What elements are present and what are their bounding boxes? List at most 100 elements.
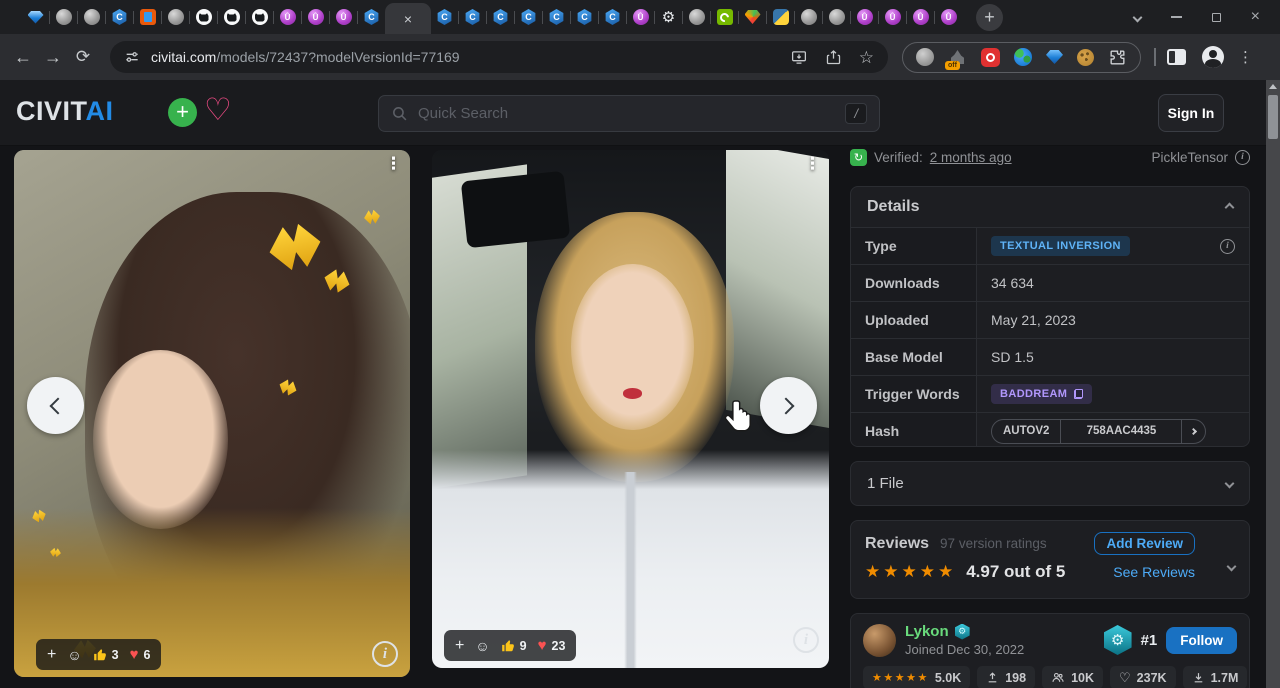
creator-stat-users[interactable]: 10K: [1042, 666, 1103, 688]
tab-u-purple[interactable]: Û: [879, 0, 906, 34]
like-reaction[interactable]: 3: [93, 648, 119, 662]
back-button[interactable]: ←: [8, 47, 38, 68]
tab-globe[interactable]: [50, 0, 77, 34]
quick-search-input[interactable]: Quick Search /: [378, 95, 880, 132]
close-window-button[interactable]: ×: [1251, 9, 1260, 25]
share-icon[interactable]: [825, 49, 842, 66]
files-accordion[interactable]: 1 File: [850, 461, 1250, 506]
tab-globe[interactable]: [162, 0, 189, 34]
active-tab[interactable]: ×: [385, 3, 431, 34]
restore-button[interactable]: [1212, 13, 1221, 22]
tab-u-purple[interactable]: Û: [851, 0, 878, 34]
chevron-up-icon[interactable]: [1225, 202, 1235, 212]
tab-globe[interactable]: [78, 0, 105, 34]
ext-fire-off-icon[interactable]: off: [948, 48, 967, 67]
scrollbar-thumb[interactable]: [1268, 95, 1278, 139]
ext-red-o-icon[interactable]: [981, 48, 1000, 67]
carousel-next-button[interactable]: [760, 377, 817, 434]
tab-globe[interactable]: [683, 0, 710, 34]
minimize-button[interactable]: [1171, 16, 1182, 18]
reviews-collapse-button[interactable]: [1228, 557, 1235, 575]
hash-pill[interactable]: AUTOV2 758AAC4435: [991, 419, 1206, 444]
creator-avatar[interactable]: [863, 624, 896, 657]
creator-stat-stars[interactable]: ★★★★★5.0K: [863, 666, 970, 688]
tab-github[interactable]: [218, 0, 245, 34]
verified-time-link[interactable]: 2 months ago: [930, 150, 1012, 165]
create-button[interactable]: +: [168, 98, 197, 127]
pickletensor-info-icon[interactable]: i: [1235, 150, 1250, 165]
tab-github[interactable]: [246, 0, 273, 34]
ext-puzzle-icon[interactable]: [1108, 48, 1127, 67]
tab-u-purple[interactable]: Û: [274, 0, 301, 34]
tab-globe[interactable]: [795, 0, 822, 34]
side-panel-icon[interactable]: [1167, 49, 1186, 65]
browser-menu-icon[interactable]: ⋮: [1238, 48, 1253, 66]
tab-gem-blue[interactable]: [22, 0, 49, 34]
image-info-button[interactable]: i: [793, 627, 819, 653]
scroll-up-arrow[interactable]: [1266, 80, 1280, 93]
copy-icon[interactable]: [1074, 389, 1083, 399]
heart-reaction[interactable]: ♥ 6: [130, 647, 151, 662]
tab-civitai[interactable]: C: [543, 0, 570, 34]
add-review-button[interactable]: Add Review: [1094, 532, 1195, 555]
forward-button[interactable]: →: [38, 47, 68, 68]
see-reviews-link[interactable]: See Reviews: [1113, 564, 1195, 580]
add-reaction-button[interactable]: +: [47, 646, 56, 664]
tab-u-purple[interactable]: Û: [302, 0, 329, 34]
bookmark-star-icon[interactable]: ☆: [859, 49, 874, 66]
address-bar[interactable]: civitai.com/models/72437?modelVersionId=…: [110, 41, 888, 73]
add-reaction-button[interactable]: +: [455, 637, 464, 655]
creator-stat-heart[interactable]: ♡237K: [1110, 666, 1176, 688]
close-tab-icon[interactable]: ×: [404, 12, 412, 26]
type-badge[interactable]: TEXTUAL INVERSION: [991, 236, 1130, 256]
tab-search-icon[interactable]: [1132, 12, 1142, 22]
tab-civitai[interactable]: C: [431, 0, 458, 34]
ext-globe-icon[interactable]: [916, 48, 934, 66]
heart-reaction[interactable]: ♥ 23: [538, 638, 566, 653]
tab-civitai[interactable]: C: [515, 0, 542, 34]
site-info-icon[interactable]: [124, 49, 140, 65]
tab-civitai[interactable]: C: [459, 0, 486, 34]
ext-cookie-icon[interactable]: [1077, 49, 1094, 66]
tab-globe[interactable]: [823, 0, 850, 34]
tab-github[interactable]: [190, 0, 217, 34]
tab-app-orange[interactable]: [134, 0, 161, 34]
profile-avatar-icon[interactable]: [1202, 46, 1224, 68]
type-info-icon[interactable]: i: [1220, 239, 1235, 254]
tab-python[interactable]: [767, 0, 794, 34]
creator-stat-upload[interactable]: 198: [977, 666, 1035, 688]
like-reaction[interactable]: 9: [501, 639, 527, 653]
tab-u-purple[interactable]: Û: [330, 0, 357, 34]
trigger-word-badge[interactable]: BADDREAM: [991, 384, 1092, 404]
image-menu-icon[interactable]: ⋮: [804, 154, 821, 174]
install-icon[interactable]: [790, 49, 808, 66]
tab-u-purple[interactable]: Û: [627, 0, 654, 34]
civitai-logo[interactable]: CIVITAI: [16, 96, 114, 127]
ext-gem-icon[interactable]: [1046, 50, 1063, 64]
creator-stat-download[interactable]: 1.7M: [1183, 666, 1248, 688]
tab-civitai[interactable]: C: [106, 0, 133, 34]
tab-u-purple[interactable]: Û: [907, 0, 934, 34]
smiley-reaction-icon[interactable]: ☺: [475, 638, 489, 654]
tab-u-purple[interactable]: Û: [935, 0, 962, 34]
tab-civitai[interactable]: C: [599, 0, 626, 34]
creator-name-link[interactable]: Lykon: [905, 623, 949, 640]
image-info-button[interactable]: i: [372, 641, 398, 667]
sign-in-button[interactable]: Sign In: [1158, 94, 1224, 132]
tab-nvidia[interactable]: [711, 0, 738, 34]
image-menu-icon[interactable]: ⋮: [385, 154, 402, 174]
smiley-reaction-icon[interactable]: ☺: [67, 647, 81, 663]
reload-button[interactable]: ⟳: [68, 47, 98, 67]
carousel-prev-button[interactable]: [27, 377, 84, 434]
tab-civitai[interactable]: C: [358, 0, 385, 34]
tab-gem-multi[interactable]: [739, 0, 766, 34]
ext-earth-icon[interactable]: [1014, 48, 1032, 66]
follow-button[interactable]: Follow: [1166, 627, 1237, 654]
new-tab-button[interactable]: +: [976, 4, 1003, 31]
details-header[interactable]: Details: [851, 187, 1249, 227]
chevron-down-icon[interactable]: [1225, 479, 1235, 489]
tab-gear[interactable]: ⚙: [655, 0, 682, 34]
hash-expand-button[interactable]: [1182, 420, 1205, 443]
hash-value[interactable]: 758AAC4435: [1060, 420, 1182, 443]
tab-civitai[interactable]: C: [571, 0, 598, 34]
